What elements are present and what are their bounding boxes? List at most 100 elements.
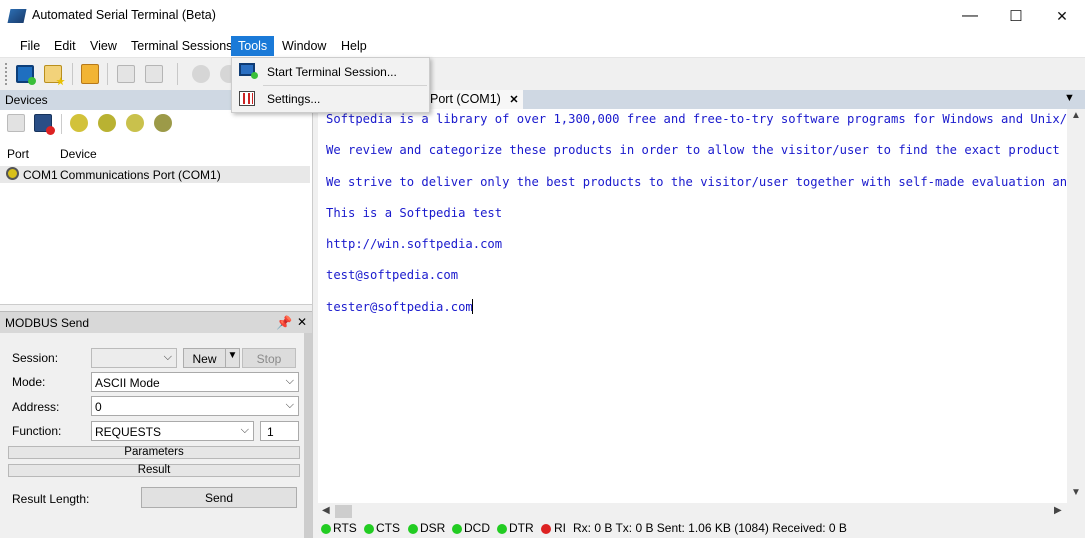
dcd-led-icon xyxy=(452,524,462,534)
terminal-line: We review and categorize these products … xyxy=(326,143,1060,157)
text-cursor xyxy=(472,299,473,314)
new-dropdown-button[interactable]: ▼ xyxy=(225,348,240,368)
function-label: Function: xyxy=(12,424,62,438)
pin-icon[interactable]: 📌 xyxy=(276,315,292,331)
scroll-thumb[interactable] xyxy=(335,505,352,518)
scan-device-icon[interactable] xyxy=(126,114,144,132)
session-select[interactable]: ⌵ xyxy=(91,348,177,368)
new-session-button[interactable]: New xyxy=(183,348,226,368)
main-toolbar xyxy=(0,58,1085,90)
remove-device-icon[interactable] xyxy=(34,114,55,135)
address-select[interactable]: 0 ⌵ xyxy=(91,396,299,416)
dsr-label: DSR xyxy=(420,521,446,535)
terminal-horizontal-scrollbar[interactable]: ◀ ▶ xyxy=(318,503,1067,520)
mode-select[interactable]: ASCII Mode ⌵ xyxy=(91,372,299,392)
menu-start-terminal-session[interactable]: Start Terminal Session... xyxy=(234,60,429,84)
result-expander[interactable]: Result xyxy=(8,464,300,477)
settings-icon[interactable] xyxy=(192,65,210,83)
scroll-up-icon[interactable]: ▲ xyxy=(1071,110,1081,121)
toolbar-separator xyxy=(177,63,178,85)
menu-settings[interactable]: Settings... xyxy=(234,87,429,111)
function-count-input[interactable]: 1 xyxy=(260,421,299,441)
menu-view[interactable]: View xyxy=(83,36,124,56)
send-button[interactable]: Send xyxy=(141,487,297,508)
notes-icon[interactable] xyxy=(81,64,99,84)
menu-help[interactable]: Help xyxy=(334,36,374,56)
ri-led-icon xyxy=(541,524,551,534)
vertical-splitter[interactable] xyxy=(312,90,317,538)
scroll-down-icon[interactable]: ▼ xyxy=(1071,487,1081,498)
terminal-session-icon xyxy=(239,63,258,79)
column-header-port[interactable]: Port xyxy=(7,147,29,161)
device-row[interactable]: COM1 Communications Port (COM1) xyxy=(0,166,310,183)
scroll-right-icon[interactable]: ▶ xyxy=(1054,505,1062,516)
tab-list-icon[interactable]: ▼ xyxy=(1064,92,1075,104)
title-bar: Automated Serial Terminal (Beta) — ☐ ✕ xyxy=(0,0,1085,32)
maximize-button[interactable]: ☐ xyxy=(993,0,1039,32)
modbus-title: MODBUS Send xyxy=(5,316,90,330)
dcd-label: DCD xyxy=(464,521,490,535)
toolbar-grip xyxy=(5,63,7,85)
mode-select-value: ASCII Mode xyxy=(95,376,160,390)
terminal-line: We strive to deliver only the best produ… xyxy=(326,175,1067,189)
transfer-counters: Rx: 0 B Tx: 0 B Sent: 1.06 KB (1084) Rec… xyxy=(573,521,847,535)
terminal-line: http://win.softpedia.com xyxy=(326,237,503,251)
paste-icon[interactable] xyxy=(145,65,163,83)
rts-label: RTS xyxy=(333,521,357,535)
terminal-output[interactable]: Softpedia is a library of over 1,300,000… xyxy=(318,109,1067,503)
dtr-label: DTR xyxy=(509,521,534,535)
column-header-device[interactable]: Device xyxy=(60,147,97,161)
minimize-button[interactable]: — xyxy=(947,0,993,32)
new-terminal-icon[interactable] xyxy=(16,65,36,85)
devices-list: Port Device COM1 Communications Port (CO… xyxy=(0,138,312,305)
panel-close-icon[interactable]: ✕ xyxy=(297,315,307,329)
settings-label: Settings... xyxy=(267,92,321,106)
address-select-value: 0 xyxy=(95,400,102,414)
add-device-icon[interactable] xyxy=(98,114,116,132)
menu-terminal-sessions[interactable]: Terminal Sessions xyxy=(124,36,239,56)
menu-bar: File Edit View Terminal Sessions Tools W… xyxy=(0,32,1085,58)
tab-label: Port (COM1) xyxy=(430,92,501,106)
parameters-expander[interactable]: Parameters xyxy=(8,446,300,459)
chevron-down-icon: ⌵ xyxy=(285,375,294,387)
search-device-icon[interactable] xyxy=(70,114,88,132)
mode-label: Mode: xyxy=(12,375,46,389)
modbus-panel-body: Session: ⌵ New ▼ Stop Mode: ASCII Mode ⌵… xyxy=(0,333,304,538)
toolbar-separator xyxy=(61,114,62,134)
function-select[interactable]: REQUESTS ⌵ xyxy=(91,421,254,441)
menu-file[interactable]: File xyxy=(13,36,47,56)
tab-com1[interactable]: Port (COM1) ✕ xyxy=(427,90,523,109)
devices-title: Devices xyxy=(5,93,48,107)
ri-label: RI xyxy=(554,521,566,535)
disconnect-device-icon[interactable] xyxy=(7,114,25,132)
close-button[interactable]: ✕ xyxy=(1039,0,1085,32)
address-label: Address: xyxy=(12,400,60,414)
device-settings-icon[interactable] xyxy=(154,114,172,132)
function-count-value: 1 xyxy=(267,425,274,439)
stop-button[interactable]: Stop xyxy=(242,348,296,368)
modbus-panel-header: MODBUS Send 📌 ✕ xyxy=(0,311,312,333)
scroll-left-icon[interactable]: ◀ xyxy=(322,505,330,516)
open-session-icon[interactable] xyxy=(44,65,65,86)
dtr-led-icon xyxy=(497,524,507,534)
menu-window[interactable]: Window xyxy=(275,36,333,56)
terminal-vertical-scrollbar[interactable]: ▲ ▼ xyxy=(1067,109,1085,503)
menu-edit[interactable]: Edit xyxy=(47,36,83,56)
devices-toolbar xyxy=(0,110,312,138)
result-length-label: Result Length: xyxy=(12,492,90,506)
app-icon xyxy=(7,9,27,23)
tab-close-icon[interactable]: ✕ xyxy=(509,94,518,106)
toolbar-separator xyxy=(72,63,73,85)
terminal-line: Softpedia is a library of over 1,300,000… xyxy=(326,112,1067,126)
chevron-down-icon: ⌵ xyxy=(285,399,294,411)
copy-icon[interactable] xyxy=(117,65,135,83)
start-session-label: Start Terminal Session... xyxy=(267,65,397,79)
menu-tools[interactable]: Tools xyxy=(231,36,275,56)
sliders-icon xyxy=(239,91,255,106)
modbus-scrollbar[interactable] xyxy=(304,333,312,538)
status-bar: RTS CTS DSR DCD DTR RI Rx: 0 B Tx: 0 B S… xyxy=(318,520,1085,538)
device-name-cell: Communications Port (COM1) xyxy=(60,168,221,182)
session-label: Session: xyxy=(12,351,59,365)
rts-led-icon xyxy=(321,524,331,534)
chevron-down-icon: ⌵ xyxy=(163,351,172,363)
